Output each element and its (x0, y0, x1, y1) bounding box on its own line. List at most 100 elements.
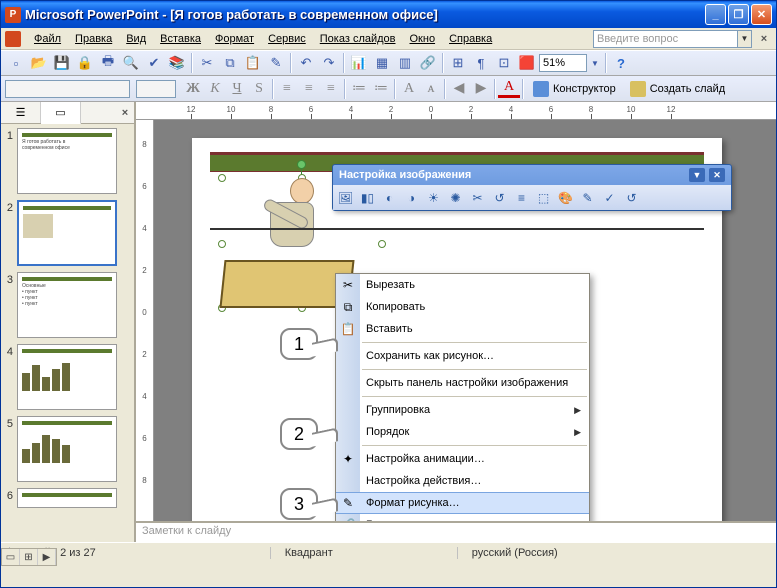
expand-icon[interactable]: ⊞ (447, 52, 469, 74)
zoom-combo[interactable]: 51% (539, 54, 587, 72)
font-combo[interactable] (5, 80, 130, 98)
insert-picture-icon[interactable]: 🖼 (335, 187, 356, 208)
more-brightness-icon[interactable]: ☀ (423, 187, 444, 208)
menu-animation-settings[interactable]: ✦Настройка анимации… (336, 448, 589, 470)
menu-action-settings[interactable]: Настройка действия… (336, 470, 589, 492)
new-slide-button[interactable]: Создать слайд (623, 78, 732, 100)
minimize-button[interactable]: _ (705, 4, 726, 25)
hyperlink-icon[interactable]: 🔗 (417, 52, 439, 74)
rotate-handle[interactable] (297, 160, 306, 169)
color-mode-icon[interactable]: ▮▯ (357, 187, 378, 208)
toolbar-options-icon[interactable]: ▼ (689, 168, 705, 182)
menu-service[interactable]: Сервис (261, 31, 313, 47)
reset-icon[interactable]: ↺ (621, 187, 642, 208)
save-icon[interactable]: 💾 (51, 52, 73, 74)
less-contrast-icon[interactable]: ◑ (401, 187, 422, 208)
more-contrast-icon[interactable]: ◐ (379, 187, 400, 208)
tables-borders-icon[interactable]: ▥ (394, 52, 416, 74)
decrease-indent-icon[interactable]: ◀ (448, 78, 470, 100)
notes-pane[interactable]: Заметки к слайду (136, 521, 776, 542)
status-language[interactable]: русский (Россия) (457, 547, 572, 559)
shadow-button[interactable]: S (248, 78, 270, 100)
italic-button[interactable]: К (204, 78, 226, 100)
thumb-2[interactable] (17, 200, 117, 266)
menu-order[interactable]: Порядок▶ (336, 421, 589, 443)
table-icon[interactable]: ▦ (371, 52, 393, 74)
paste-icon[interactable]: 📋 (242, 52, 264, 74)
menu-window[interactable]: Окно (403, 31, 443, 47)
increase-font-icon[interactable]: A (398, 78, 420, 100)
spell-icon[interactable]: ✔ (143, 52, 165, 74)
bold-button[interactable]: Ж (182, 78, 204, 100)
menu-grouping[interactable]: Группировка▶ (336, 399, 589, 421)
vertical-ruler[interactable]: 864202468 (136, 120, 154, 521)
thumb-4[interactable] (17, 344, 117, 410)
color-icon[interactable]: 🟥 (516, 52, 538, 74)
menu-file[interactable]: Файл (27, 31, 68, 47)
menu-hide-picture-toolbar[interactable]: Скрыть панель настройки изображения (336, 372, 589, 394)
slide-canvas[interactable]: Настройка изображения ▼ ✕ 🖼 ▮▯ ◐ ◑ ☀ ✺ (154, 120, 776, 521)
thumb-6[interactable] (17, 488, 117, 508)
menu-slideshow[interactable]: Показ слайдов (313, 31, 403, 47)
less-brightness-icon[interactable]: ✺ (445, 187, 466, 208)
bullets-icon[interactable]: ≔ (370, 78, 392, 100)
menu-edit[interactable]: Правка (68, 31, 119, 47)
menu-save-as-picture[interactable]: Сохранить как рисунок… (336, 345, 589, 367)
zoom-dropdown-icon[interactable]: ▼ (588, 52, 602, 74)
designer-button[interactable]: Конструктор (526, 78, 623, 100)
preview-icon[interactable]: 🔍 (120, 52, 142, 74)
thumbnails-list[interactable]: 1Я готов работать всовременном офисе 2 3… (1, 124, 134, 542)
menu-hyperlink[interactable]: 🔗Гиперссылка… (336, 514, 589, 521)
increase-indent-icon[interactable]: ▶ (470, 78, 492, 100)
menu-insert[interactable]: Вставка (153, 31, 208, 47)
menu-help[interactable]: Справка (442, 31, 499, 47)
grid-icon[interactable]: ⊡ (493, 52, 515, 74)
menu-copy[interactable]: ⧉Копировать (336, 296, 589, 318)
transparent-icon[interactable]: ✓ (599, 187, 620, 208)
menu-format[interactable]: Формат (208, 31, 261, 47)
align-center-icon[interactable]: ≡ (298, 78, 320, 100)
menu-format-picture[interactable]: ✎Формат рисунка… (336, 492, 589, 514)
copy-icon[interactable]: ⧉ (219, 52, 241, 74)
font-size-combo[interactable] (136, 80, 176, 98)
research-icon[interactable]: 📚 (166, 52, 188, 74)
new-icon[interactable]: ▫ (5, 52, 27, 74)
ask-question-input[interactable]: Введите вопрос (593, 30, 738, 48)
permission-icon[interactable]: 🔒 (74, 52, 96, 74)
align-left-icon[interactable]: ≡ (276, 78, 298, 100)
redo-icon[interactable]: ↷ (318, 52, 340, 74)
align-right-icon[interactable]: ≡ (320, 78, 342, 100)
picture-toolbar[interactable]: Настройка изображения ▼ ✕ 🖼 ▮▯ ◐ ◑ ☀ ✺ (332, 164, 732, 211)
slideshow-view-button[interactable]: ▶ (38, 549, 56, 565)
horizontal-ruler[interactable]: 12108642024681012 (136, 102, 776, 120)
sorter-view-button[interactable]: ⊞ (20, 549, 38, 565)
cut-icon[interactable]: ✂ (196, 52, 218, 74)
rotate-left-icon[interactable]: ↺ (489, 187, 510, 208)
menu-view[interactable]: Вид (119, 31, 153, 47)
line-style-icon[interactable]: ≡ (511, 187, 532, 208)
show-formatting-icon[interactable]: ¶ (470, 52, 492, 74)
menu-paste[interactable]: 📋Вставить (336, 318, 589, 340)
compress-icon[interactable]: ⬚ (533, 187, 554, 208)
crop-icon[interactable]: ✂ (467, 187, 488, 208)
numbering-icon[interactable]: ≔ (348, 78, 370, 100)
thumb-1[interactable]: Я готов работать всовременном офисе (17, 128, 117, 194)
font-color-icon[interactable]: A (498, 80, 520, 98)
chart-icon[interactable]: 📊 (348, 52, 370, 74)
open-icon[interactable]: 📂 (28, 52, 50, 74)
undo-icon[interactable]: ↶ (295, 52, 317, 74)
slides-tab[interactable]: ▭ (41, 102, 81, 124)
print-icon[interactable]: 🖶 (97, 52, 119, 74)
outline-tab[interactable]: ☰ (1, 102, 41, 123)
maximize-button[interactable]: ❐ (728, 4, 749, 25)
help-icon[interactable]: ? (610, 52, 632, 74)
decrease-font-icon[interactable]: ᴀ (420, 78, 442, 100)
recolor-icon[interactable]: 🎨 (555, 187, 576, 208)
close-pane-button[interactable]: × (116, 102, 134, 123)
thumb-5[interactable] (17, 416, 117, 482)
ask-dropdown-icon[interactable]: ▼ (738, 30, 752, 48)
underline-button[interactable]: Ч (226, 78, 248, 100)
normal-view-button[interactable]: ▭ (2, 549, 20, 565)
close-button[interactable]: ✕ (751, 4, 772, 25)
menu-cut[interactable]: ✂Вырезать (336, 274, 589, 296)
